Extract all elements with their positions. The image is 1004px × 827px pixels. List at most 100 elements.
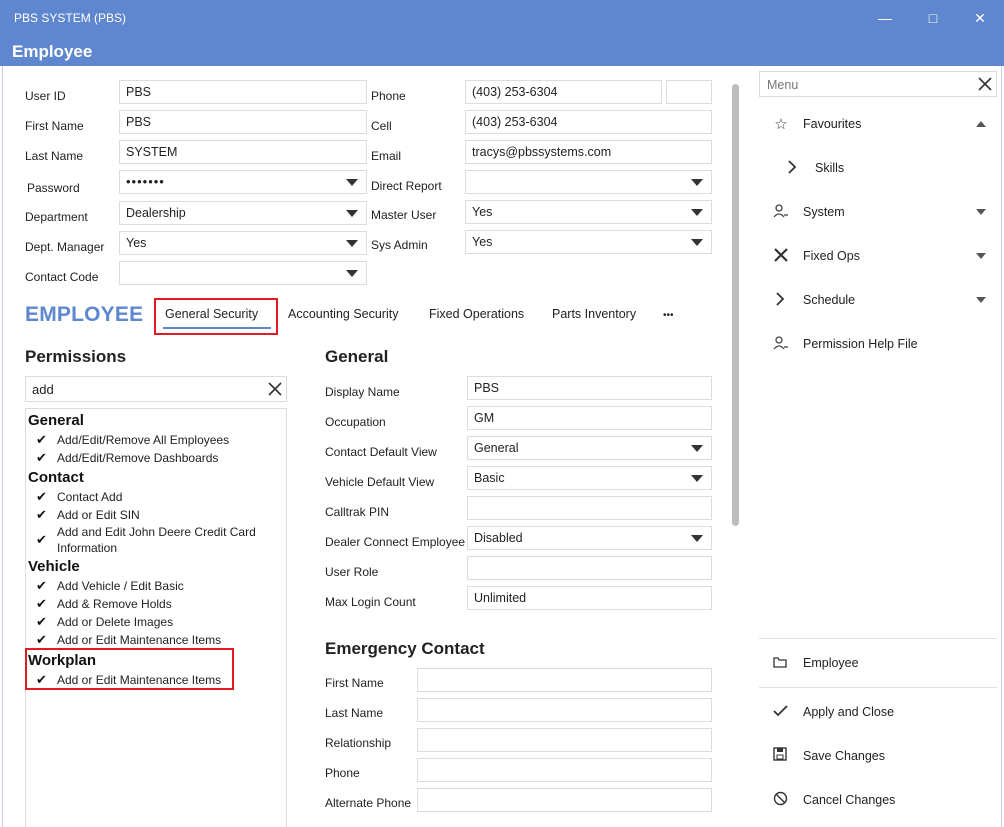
menu-item-schedule[interactable]: Schedule bbox=[803, 293, 855, 307]
dept-manager-label: Dept. Manager bbox=[25, 240, 105, 254]
check-icon[interactable]: ✔ bbox=[36, 614, 47, 630]
department-value: Dealership bbox=[126, 206, 186, 220]
contact-default-view-select[interactable]: General bbox=[467, 436, 712, 460]
check-icon[interactable]: ✔ bbox=[36, 578, 47, 594]
minimize-icon[interactable]: — bbox=[871, 6, 899, 30]
user-icon bbox=[773, 204, 788, 218]
maximize-icon[interactable]: □ bbox=[919, 6, 947, 30]
dealer-connect-select[interactable]: Disabled bbox=[467, 526, 712, 550]
menu-search-placeholder: Menu bbox=[767, 78, 799, 92]
vehicle-default-view-select[interactable]: Basic bbox=[467, 466, 712, 490]
general-title: General bbox=[325, 347, 389, 366]
employee-heading: EMPLOYEE bbox=[25, 303, 144, 326]
permissions-search-input[interactable]: add bbox=[25, 376, 287, 402]
master-user-select[interactable]: Yes bbox=[465, 200, 712, 224]
user-icon bbox=[773, 336, 788, 350]
tab-fixed-operations[interactable]: Fixed Operations bbox=[429, 307, 524, 321]
display-name-input[interactable]: PBS bbox=[467, 376, 712, 400]
display-name-label: Display Name bbox=[325, 385, 400, 399]
dept-manager-select[interactable]: Yes bbox=[119, 231, 367, 255]
perm-item-continued: Information bbox=[57, 541, 118, 555]
phone-ext-input[interactable] bbox=[666, 80, 712, 104]
tab-parts-inventory[interactable]: Parts Inventory bbox=[552, 307, 636, 321]
chevron-down-icon[interactable] bbox=[976, 297, 986, 303]
phone-input[interactable]: (403) 253-6304 bbox=[465, 80, 662, 104]
ec-first-name-input[interactable] bbox=[417, 668, 712, 692]
chevron-right-icon bbox=[788, 160, 797, 174]
check-icon[interactable]: ✔ bbox=[36, 489, 47, 505]
window-title: PBS SYSTEM (PBS) bbox=[14, 11, 127, 25]
perm-item: Add or Edit SIN bbox=[57, 508, 140, 522]
direct-report-select[interactable] bbox=[465, 170, 712, 194]
password-input[interactable]: ••••••• bbox=[119, 170, 367, 194]
menu-item-skills[interactable]: Skills bbox=[815, 161, 844, 175]
calltrak-pin-input[interactable] bbox=[467, 496, 712, 520]
max-login-input[interactable]: Unlimited bbox=[467, 586, 712, 610]
chevron-down-icon bbox=[691, 535, 703, 542]
check-icon[interactable]: ✔ bbox=[36, 596, 47, 612]
emergency-contact-title: Emergency Contact bbox=[325, 639, 485, 658]
cancel-changes-button[interactable]: Cancel Changes bbox=[803, 793, 895, 807]
menu-item-permission-help-file[interactable]: Permission Help File bbox=[803, 337, 918, 351]
user-id-label: User ID bbox=[25, 89, 66, 103]
dealer-connect-value: Disabled bbox=[474, 531, 523, 545]
perm-item: Contact Add bbox=[57, 490, 123, 504]
user-id-input[interactable]: PBS bbox=[119, 80, 367, 104]
phone-label: Phone bbox=[371, 89, 406, 103]
star-icon: ☆ bbox=[774, 116, 788, 133]
chevron-down-icon bbox=[691, 475, 703, 482]
chevron-down-icon bbox=[691, 209, 703, 216]
department-label: Department bbox=[25, 210, 88, 224]
check-icon[interactable]: ✔ bbox=[36, 507, 47, 523]
chevron-up-icon[interactable] bbox=[976, 120, 986, 127]
check-icon[interactable]: ✔ bbox=[36, 432, 47, 448]
ec-last-name-input[interactable] bbox=[417, 698, 712, 722]
last-name-input[interactable]: SYSTEM bbox=[119, 140, 367, 164]
check-icon[interactable]: ✔ bbox=[36, 632, 47, 648]
department-select[interactable]: Dealership bbox=[119, 201, 367, 225]
scrollbar-thumb[interactable] bbox=[732, 84, 739, 526]
menu-search-input[interactable]: Menu bbox=[759, 71, 997, 97]
clear-menu-search-icon[interactable] bbox=[978, 77, 992, 91]
more-tabs-icon[interactable]: ••• bbox=[663, 310, 674, 321]
ec-alternate-phone-input[interactable] bbox=[417, 788, 712, 812]
chevron-down-icon[interactable] bbox=[976, 209, 986, 215]
last-name-label: Last Name bbox=[25, 149, 84, 163]
divider bbox=[759, 687, 997, 688]
clear-search-icon[interactable] bbox=[268, 382, 282, 396]
check-icon[interactable]: ✔ bbox=[36, 450, 47, 466]
page-header: Employee bbox=[0, 36, 1004, 66]
check-icon bbox=[773, 705, 788, 717]
sys-admin-select[interactable]: Yes bbox=[465, 230, 712, 254]
title-bar: PBS SYSTEM (PBS) — □ ✕ bbox=[0, 0, 1004, 36]
check-icon[interactable]: ✔ bbox=[36, 672, 47, 688]
user-role-input[interactable] bbox=[467, 556, 712, 580]
apply-and-close-button[interactable]: Apply and Close bbox=[803, 705, 894, 719]
ec-phone-input[interactable] bbox=[417, 758, 712, 782]
chevron-down-icon[interactable] bbox=[976, 253, 986, 259]
dept-manager-value: Yes bbox=[126, 236, 147, 250]
menu-item-favourites[interactable]: Favourites bbox=[803, 117, 861, 131]
ec-relationship-input[interactable] bbox=[417, 728, 712, 752]
first-name-label: First Name bbox=[25, 119, 84, 133]
user-role-label: User Role bbox=[325, 565, 379, 579]
active-tab-indicator bbox=[163, 327, 271, 329]
first-name-input[interactable]: PBS bbox=[119, 110, 367, 134]
ec-last-name-label: Last Name bbox=[325, 706, 384, 720]
password-value: ••••••• bbox=[126, 174, 165, 189]
menu-item-fixed-ops[interactable]: Fixed Ops bbox=[803, 249, 860, 263]
tab-general-security[interactable]: General Security bbox=[165, 307, 258, 321]
save-changes-button[interactable]: Save Changes bbox=[803, 749, 885, 763]
tools-icon bbox=[774, 248, 788, 262]
menu-item-system[interactable]: System bbox=[803, 205, 845, 219]
menu-item-employee[interactable]: Employee bbox=[803, 656, 859, 670]
chevron-down-icon bbox=[346, 240, 358, 247]
occupation-label: Occupation bbox=[325, 415, 386, 429]
tab-accounting-security[interactable]: Accounting Security bbox=[288, 307, 398, 321]
cell-input[interactable]: (403) 253-6304 bbox=[465, 110, 712, 134]
email-input[interactable]: tracys@pbssystems.com bbox=[465, 140, 712, 164]
occupation-input[interactable]: GM bbox=[467, 406, 712, 430]
contact-code-select[interactable] bbox=[119, 261, 367, 285]
check-icon[interactable]: ✔ bbox=[36, 532, 47, 548]
close-icon[interactable]: ✕ bbox=[966, 6, 994, 30]
